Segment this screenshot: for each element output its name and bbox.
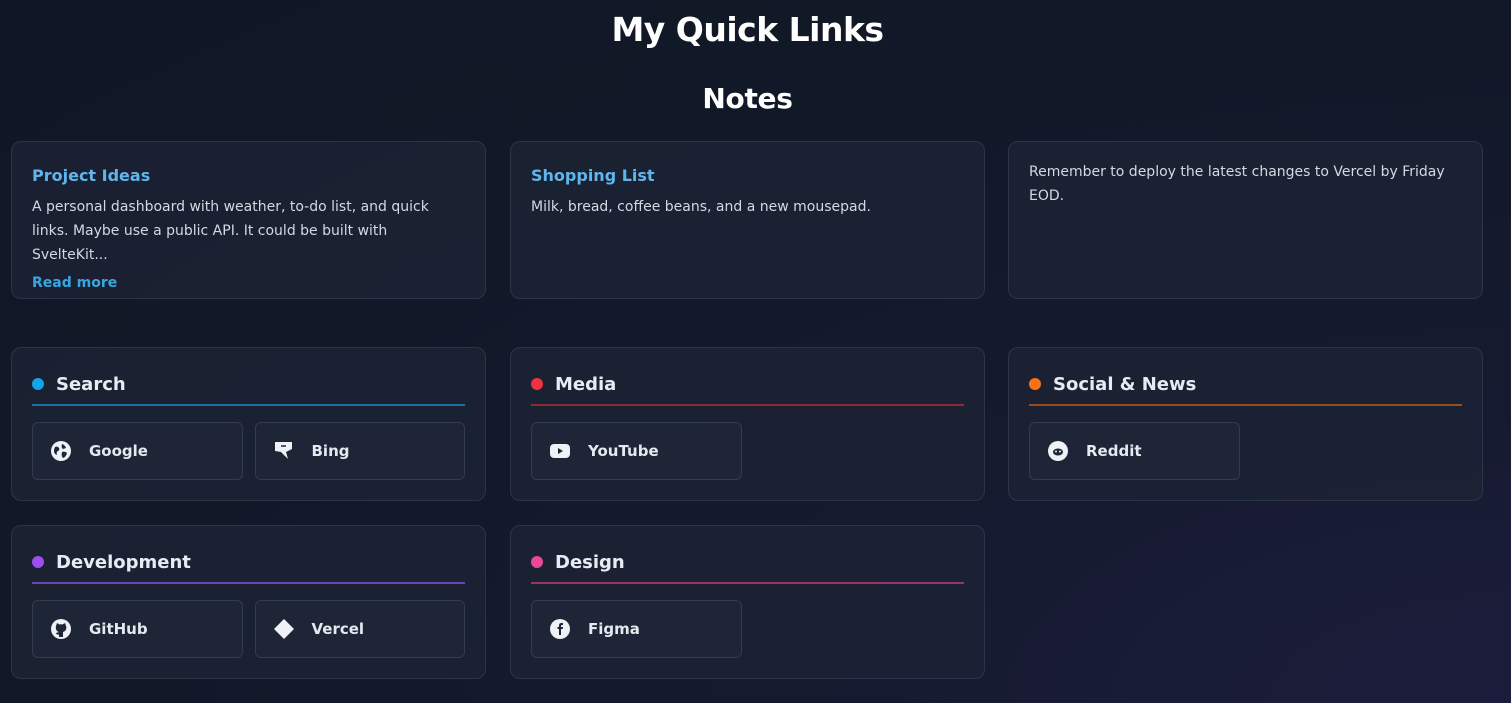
link-label: Google (89, 442, 148, 460)
group-header: Social & News (1029, 368, 1462, 406)
group-dot (32, 378, 44, 390)
note-body: Remember to deploy the latest changes to… (1029, 164, 1445, 204)
reddit-icon (1047, 440, 1069, 462)
github-icon (50, 618, 72, 640)
note-card-shopping-list[interactable]: Shopping List Milk, bread, coffee beans,… (510, 141, 985, 299)
group-card-design: Design Figma (510, 525, 985, 679)
link-list: YouTube (531, 422, 964, 480)
bing-icon (273, 440, 295, 462)
read-more-link[interactable]: Read more (32, 275, 117, 291)
note-title: Project Ideas (32, 166, 151, 185)
link-label: Vercel (311, 620, 365, 638)
link-button-github[interactable]: GitHub (32, 600, 243, 658)
link-button-youtube[interactable]: YouTube (531, 422, 742, 480)
link-label: GitHub (89, 620, 148, 638)
link-label: Figma (588, 620, 640, 638)
figma-icon (549, 618, 571, 640)
link-button-figma[interactable]: Figma (531, 600, 742, 658)
link-button-google[interactable]: Google (32, 422, 243, 480)
notes-section-title: Notes (702, 82, 793, 115)
note-card-reminder[interactable]: Remember to deploy the latest changes to… (1008, 141, 1483, 299)
group-dot (531, 556, 543, 568)
group-header: Search (32, 368, 465, 406)
link-list: Figma (531, 600, 964, 658)
link-button-reddit[interactable]: Reddit (1029, 422, 1240, 480)
note-body: A personal dashboard with weather, to-do… (32, 199, 429, 263)
vercel-icon (273, 618, 295, 640)
link-list: Reddit (1029, 422, 1462, 480)
link-button-vercel[interactable]: Vercel (254, 600, 465, 658)
link-label: YouTube (588, 442, 659, 460)
group-header: Design (531, 546, 964, 584)
link-button-bing[interactable]: Bing (254, 422, 465, 480)
group-title: Search (56, 373, 126, 395)
page-title: My Quick Links (611, 10, 884, 49)
note-title: Shopping List (531, 166, 655, 185)
youtube-icon (549, 440, 571, 462)
link-label: Bing (311, 442, 350, 460)
note-card-project-ideas[interactable]: Project Ideas A personal dashboard with … (11, 141, 486, 299)
group-title: Design (555, 551, 625, 573)
group-card-search: Search Google Bing (11, 347, 486, 501)
group-title: Development (56, 551, 191, 573)
group-header: Development (32, 546, 465, 584)
link-list: Google Bing (32, 422, 465, 480)
group-title: Media (555, 373, 617, 395)
group-card-media: Media YouTube (510, 347, 985, 501)
globe-icon (50, 440, 72, 462)
group-card-social-news: Social & News Reddit (1008, 347, 1483, 501)
group-title: Social & News (1053, 373, 1197, 395)
link-label: Reddit (1086, 442, 1142, 460)
link-list: GitHub Vercel (32, 600, 465, 658)
group-dot (531, 378, 543, 390)
group-header: Media (531, 368, 964, 406)
note-body: Milk, bread, coffee beans, and a new mou… (531, 199, 871, 215)
group-dot (32, 556, 44, 568)
group-dot (1029, 378, 1041, 390)
group-card-development: Development GitHub Vercel (11, 525, 486, 679)
